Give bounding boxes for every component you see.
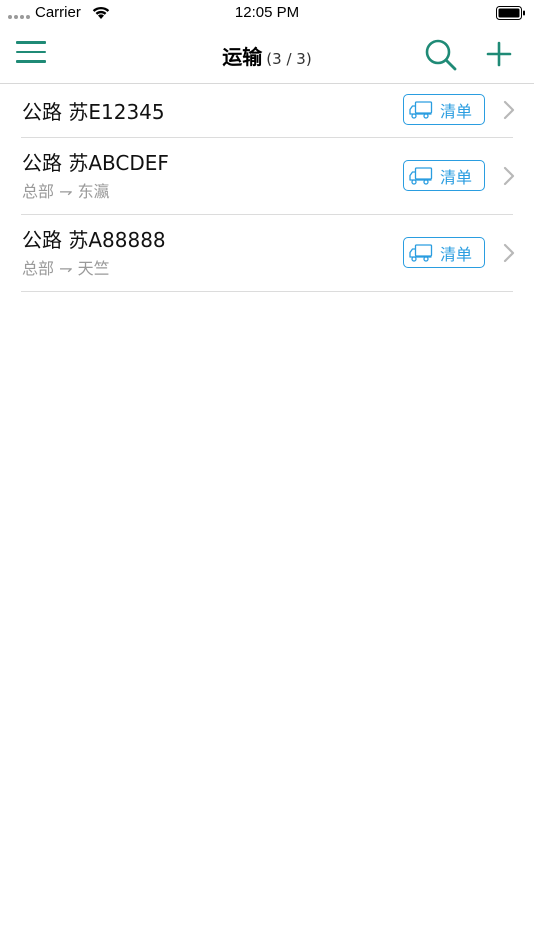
list-item[interactable]: 公路 苏A88888 总部 ⇁ 天竺 清单	[21, 215, 515, 292]
status-time: 12:05 PM	[234, 4, 300, 21]
list-button[interactable]: 清单	[403, 94, 485, 125]
plus-icon[interactable]	[486, 41, 512, 67]
item-route: 总部 ⇁ 东瀛	[22, 182, 110, 201]
truck-icon	[409, 166, 433, 185]
list-button-label: 清单	[440, 244, 473, 264]
list-item[interactable]: 公路 苏E12345 清单	[21, 84, 515, 138]
chevron-right-icon	[503, 100, 515, 120]
item-title: 公路 苏E12345	[22, 100, 165, 124]
battery-icon	[496, 6, 525, 20]
list-button[interactable]: 清单	[403, 160, 485, 191]
navigation-bar: 运输 (3 / 3)	[0, 26, 534, 84]
item-title: 公路 苏A88888	[22, 228, 166, 252]
chevron-right-icon	[503, 166, 515, 186]
list-button-label: 清单	[440, 167, 473, 187]
item-count: (3 / 3)	[266, 50, 312, 68]
list-button[interactable]: 清单	[403, 237, 485, 268]
list-button-label: 清单	[440, 101, 473, 121]
status-bar: Carrier 12:05 PM	[0, 0, 534, 26]
item-title: 公路 苏ABCDEF	[22, 151, 169, 175]
truck-icon	[409, 243, 433, 262]
transport-list: 公路 苏E12345 清单 公路 苏ABCDEF 总部 ⇁ 东瀛 清单 公路 苏…	[0, 84, 534, 292]
search-icon[interactable]	[424, 38, 458, 72]
truck-icon	[409, 100, 433, 119]
list-item[interactable]: 公路 苏ABCDEF 总部 ⇁ 东瀛 清单	[21, 138, 515, 215]
chevron-right-icon	[503, 243, 515, 263]
item-route: 总部 ⇁ 天竺	[22, 259, 110, 278]
page-title: 运输	[222, 45, 263, 69]
